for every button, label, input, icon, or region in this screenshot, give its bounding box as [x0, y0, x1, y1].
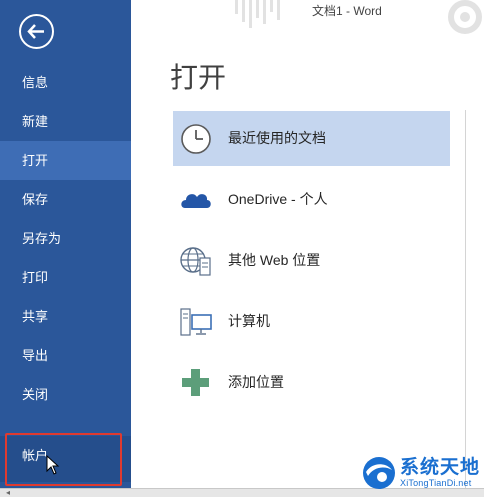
watermark-logo-icon	[363, 457, 395, 489]
option-label: 其他 Web 位置	[228, 252, 321, 268]
nav-item-label: 导出	[22, 348, 49, 363]
backstage-sidebar: 信息 新建 打开 保存 另存为 打印 共享 导出 关闭 帐户	[0, 0, 131, 497]
option-label: OneDrive - 个人	[228, 191, 328, 207]
nav-item-close[interactable]: 关闭	[0, 375, 131, 414]
nav-item-label: 信息	[22, 75, 49, 90]
option-computer[interactable]: 计算机	[173, 294, 450, 349]
nav-item-label: 另存为	[22, 231, 62, 246]
option-add-place[interactable]: 添加位置	[173, 355, 450, 410]
nav-item-open[interactable]: 打开	[0, 141, 131, 180]
nav-item-save-as[interactable]: 另存为	[0, 219, 131, 258]
nav-item-export[interactable]: 导出	[0, 336, 131, 375]
plus-icon	[182, 369, 209, 396]
scroll-left-icon[interactable]: ◂	[6, 489, 10, 497]
globe-icon	[180, 247, 211, 276]
mouse-cursor-icon	[46, 455, 60, 475]
clock-icon	[181, 124, 211, 154]
watermark-url: XiTongTianDi.net	[400, 478, 472, 488]
page-title: 打开	[170, 61, 227, 94]
nav-item-save[interactable]: 保存	[0, 180, 131, 219]
option-other-web-locations[interactable]: 其他 Web 位置	[173, 233, 450, 288]
nav-item-print[interactable]: 打印	[0, 258, 131, 297]
window-title: 文档1 - Word	[312, 4, 382, 18]
watermark-text: 系统天地	[400, 456, 481, 478]
nav-item-info[interactable]: 信息	[0, 63, 131, 102]
nav-item-label: 新建	[22, 114, 49, 129]
computer-icon	[180, 308, 212, 336]
back-arrow-icon	[27, 24, 44, 39]
option-label: 计算机	[228, 313, 270, 329]
option-onedrive[interactable]: OneDrive - 个人	[173, 172, 450, 227]
option-label: 添加位置	[228, 374, 284, 390]
nav-item-account[interactable]: 帐户	[0, 436, 131, 482]
nav-item-new[interactable]: 新建	[0, 102, 131, 141]
panel-divider	[465, 110, 466, 488]
cloud-icon	[181, 194, 211, 208]
option-recent-documents[interactable]: 最近使用的文档	[173, 111, 450, 166]
option-label: 最近使用的文档	[228, 130, 326, 146]
nav-item-label: 保存	[22, 192, 49, 207]
gear-decoration-icon	[448, 0, 482, 34]
nav-item-share[interactable]: 共享	[0, 297, 131, 336]
title-decoration-icon	[235, 0, 280, 28]
nav-item-label: 共享	[22, 309, 49, 324]
back-button[interactable]	[19, 14, 54, 49]
nav-item-label: 关闭	[22, 387, 49, 402]
nav-item-label: 打印	[22, 270, 49, 285]
nav-item-label: 打开	[22, 153, 49, 168]
nav-item-label: 帐户	[22, 448, 49, 463]
watermark: 系统天地 XiTongTianDi.net	[360, 452, 484, 494]
